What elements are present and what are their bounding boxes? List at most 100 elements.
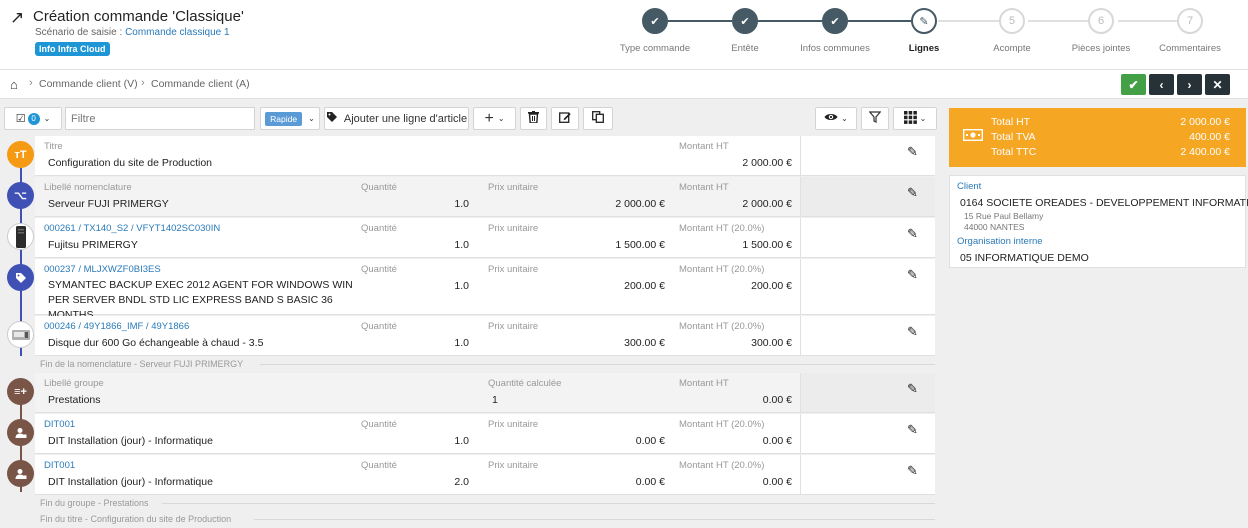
chevron-down-icon: ⌄: [841, 114, 848, 123]
rapide-dropdown[interactable]: Rapide ⌄: [260, 107, 320, 130]
cell-value: 0.00 €: [762, 435, 792, 447]
article-ref[interactable]: DIT001: [44, 419, 75, 430]
step-entete[interactable]: ✔ Entête: [700, 8, 790, 54]
table-row-article[interactable]: 000237 / MLJXWZF0BI3ES Quantité Prix uni…: [35, 259, 935, 321]
breadcrumb-item[interactable]: Commande client (V): [39, 78, 138, 90]
col-label: Quantité: [361, 264, 397, 275]
home-icon[interactable]: ⌂: [10, 77, 18, 92]
table-row-article[interactable]: 000261 / TX140_S2 / VFYT1402SC030IN Quan…: [35, 218, 935, 258]
divider: [254, 519, 935, 520]
eye-icon: [824, 112, 838, 125]
total-ht-value: 2 000.00 €: [1180, 116, 1230, 128]
divider: [162, 503, 935, 504]
chevron-down-icon: ⌄: [497, 114, 505, 123]
money-icon: [962, 128, 984, 144]
selection-button[interactable]: ☑ 0 ⌄: [4, 107, 62, 130]
scenario-link[interactable]: Commande classique 1: [125, 27, 230, 38]
article-ref[interactable]: 000246 / 49Y1866_IMF / 49Y1866: [44, 321, 189, 332]
edit-button[interactable]: [551, 107, 579, 130]
org-name[interactable]: 05 INFORMATIQUE DEMO: [960, 252, 1089, 264]
columns-dropdown-button[interactable]: ⌄: [893, 107, 937, 130]
pencil-icon[interactable]: ✎: [907, 144, 918, 160]
arrow-up-right-icon[interactable]: ↗: [10, 8, 24, 28]
cell-value: 1.0: [454, 435, 469, 447]
checklist-icon: ☑: [15, 113, 26, 125]
cell-value: 2 000.00 €: [742, 157, 792, 169]
total-ht-label: Total HT: [991, 116, 1031, 128]
cell-value: 1.0: [454, 198, 469, 210]
step-label: Type commande: [619, 43, 691, 54]
step-number: 5: [999, 8, 1025, 34]
check-icon: ✔: [822, 8, 848, 34]
divider: [260, 364, 935, 365]
pencil-icon[interactable]: ✎: [907, 267, 918, 283]
col-label: Montant HT (20.0%): [679, 419, 765, 430]
step-acompte[interactable]: 5 Acompte: [967, 8, 1057, 54]
step-label: Entête: [731, 43, 759, 54]
pencil-icon[interactable]: ✎: [907, 463, 918, 479]
pencil-icon[interactable]: ✎: [907, 422, 918, 438]
pencil-icon: ✎: [911, 8, 937, 34]
disk-thumbnail-icon: [7, 321, 34, 348]
cell-value: 1.0: [454, 337, 469, 349]
col-label: Prix unitaire: [488, 264, 539, 275]
step-type-commande[interactable]: ✔ Type commande: [610, 8, 700, 54]
total-tva-value: 400.00 €: [1189, 131, 1230, 143]
step-pieces-jointes[interactable]: 6 Pièces jointes: [1056, 8, 1146, 54]
table-row-nomenclature[interactable]: Libellé nomenclature Quantité Prix unita…: [35, 177, 935, 217]
cell-value: 2 000.00 €: [615, 198, 665, 210]
separator-end-title: Fin du titre - Configuration du site de …: [40, 514, 232, 524]
pencil-icon[interactable]: ✎: [907, 185, 918, 201]
col-label: Montant HT: [679, 141, 729, 152]
table-row-service[interactable]: DIT001 Quantité Prix unitaire Montant HT…: [35, 455, 935, 495]
total-ttc-label: Total TTC: [991, 146, 1037, 158]
article-ref[interactable]: 000237 / MLJXWZF0BI3ES: [44, 264, 161, 275]
cell-value: 200.00 €: [751, 280, 792, 292]
table-row-service[interactable]: DIT001 Quantité Prix unitaire Montant HT…: [35, 414, 935, 454]
title-type-icon: ᴛT: [7, 141, 34, 168]
article-ref[interactable]: DIT001: [44, 460, 75, 471]
pencil-icon[interactable]: ✎: [907, 226, 918, 242]
pencil-icon[interactable]: ✎: [907, 381, 918, 397]
cell-value: 1.0: [454, 280, 469, 292]
col-label: Prix unitaire: [488, 321, 539, 332]
step-label: Commentaires: [1159, 43, 1221, 54]
table-row-title[interactable]: Titre Montant HT Configuration du site d…: [35, 136, 935, 176]
article-ref[interactable]: 000261 / TX140_S2 / VFYT1402SC030IN: [44, 223, 220, 234]
selection-count-badge: 0: [27, 112, 40, 125]
pencil-icon[interactable]: ✎: [907, 324, 918, 340]
col-label: Montant HT (20.0%): [679, 460, 765, 471]
org-label: Organisation interne: [957, 236, 1043, 247]
close-button[interactable]: ✕: [1205, 74, 1230, 95]
col-label: Prix unitaire: [488, 460, 539, 471]
add-dropdown-button[interactable]: + ⌄: [473, 107, 516, 130]
add-line-button[interactable]: Ajouter une ligne d'article: [324, 107, 469, 130]
view-dropdown-button[interactable]: ⌄: [815, 107, 857, 130]
client-street: 15 Rue Paul Bellamy: [964, 211, 1044, 221]
cell-value: 1 500.00 €: [615, 239, 665, 251]
step-lignes[interactable]: ✎ Lignes: [879, 8, 969, 54]
col-label: Libellé nomenclature: [44, 182, 132, 193]
trash-icon: [528, 111, 539, 126]
breadcrumb-item[interactable]: Commande client (A): [151, 78, 250, 90]
col-label: Prix unitaire: [488, 182, 539, 193]
table-row-group[interactable]: Libellé groupe Quantité calculée Montant…: [35, 373, 935, 413]
add-line-label: Ajouter une ligne d'article: [343, 112, 468, 125]
step-commentaires[interactable]: 7 Commentaires: [1145, 8, 1235, 54]
filter-button[interactable]: [861, 107, 889, 130]
previous-button[interactable]: ‹: [1149, 74, 1174, 95]
filter-input[interactable]: [65, 107, 255, 130]
cell-value: 1.0: [454, 239, 469, 251]
cell-value: 2 000.00 €: [742, 198, 792, 210]
table-row-article[interactable]: 000246 / 49Y1866_IMF / 49Y1866 Quantité …: [35, 316, 935, 356]
next-button[interactable]: ›: [1177, 74, 1202, 95]
client-city: 44000 NANTES: [964, 222, 1025, 232]
breadcrumb: ⌂ › Commande client (V) › Commande clien…: [0, 70, 1248, 99]
delete-button[interactable]: [520, 107, 547, 130]
cell-value: 1 500.00 €: [742, 239, 792, 251]
copy-button[interactable]: [583, 107, 613, 130]
rapide-pill: Rapide: [265, 111, 303, 126]
client-name[interactable]: 0164 SOCIETE OREADES - DEVELOPPEMENT INF…: [960, 197, 1248, 209]
step-infos-communes[interactable]: ✔ Infos communes: [790, 8, 880, 54]
validate-button[interactable]: ✔: [1121, 74, 1146, 95]
